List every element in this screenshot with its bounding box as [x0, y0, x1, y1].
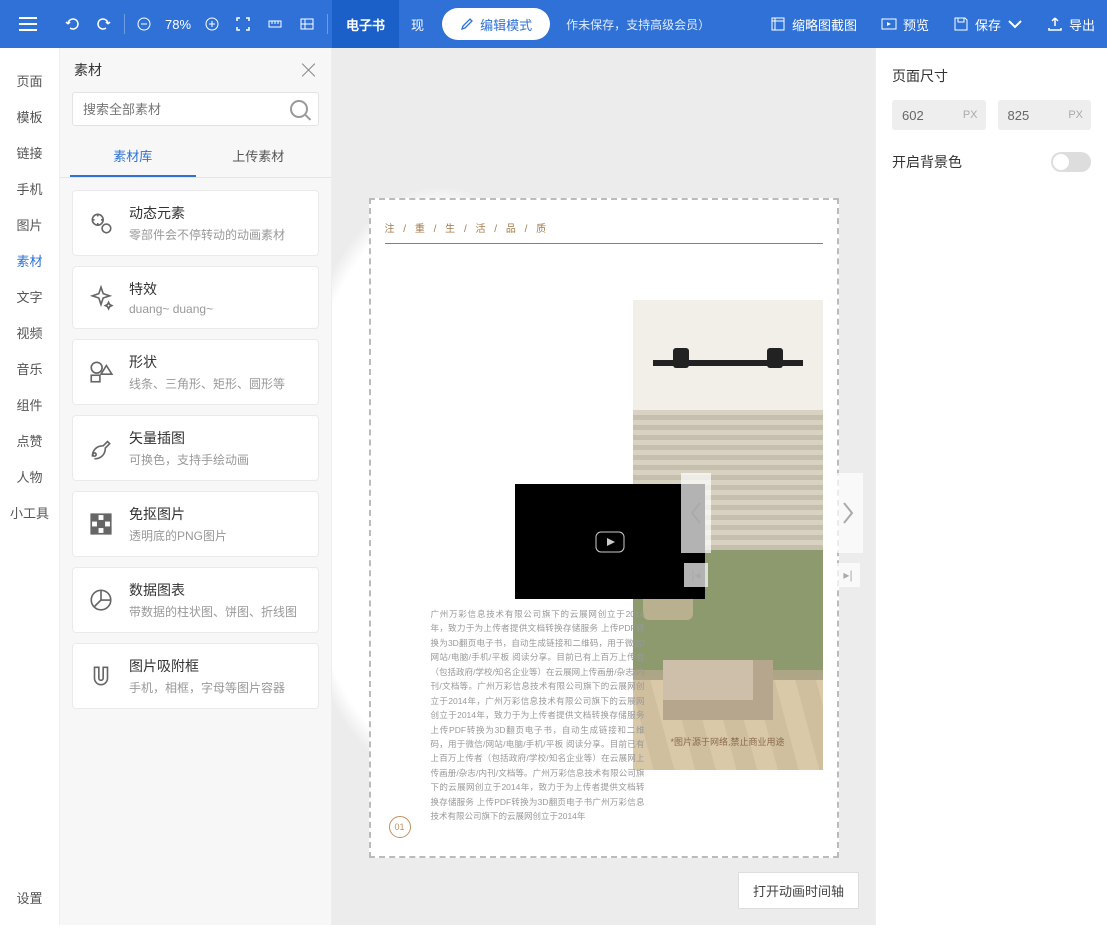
hamburger-menu[interactable]: [0, 0, 56, 48]
last-page-button[interactable]: ▸|: [836, 563, 860, 587]
edit-icon: [460, 17, 474, 31]
next-page-button[interactable]: [833, 473, 863, 553]
left-rail: 页面 模板 链接 手机 图片 素材 文字 视频 音乐 组件 点赞 人物 小工具 …: [0, 48, 60, 925]
search-input[interactable]: [83, 102, 290, 117]
zoom-level: 78%: [159, 17, 197, 32]
width-field[interactable]: 602PX: [892, 100, 986, 130]
save-button[interactable]: 保存: [941, 0, 1035, 48]
preview-button[interactable]: 预览: [869, 0, 941, 48]
bg-color-toggle[interactable]: [1051, 152, 1091, 172]
prev-page-button[interactable]: [681, 473, 711, 553]
tab-ebook[interactable]: 电子书: [332, 0, 399, 48]
shapes-icon: [87, 358, 115, 386]
card-effects[interactable]: 特效duang~ duang~: [72, 266, 319, 329]
page-header-text[interactable]: 注 / 重 / 生 / 活 / 品 / 质: [385, 214, 823, 244]
photo-caption: *图片源于网络,禁止商业用途: [633, 735, 823, 748]
page-body-text[interactable]: 广州万彩信息技术有限公司旗下的云展网创立于2014年，致力于为上传者提供文档转换…: [431, 607, 645, 824]
card-cutout[interactable]: 免抠图片透明底的PNG图片: [72, 491, 319, 557]
gear-icon: [87, 209, 115, 237]
topbar: 78% 电子书 现 编辑模式 作未保存，支持高级会员） 缩略图截图 预览 保存 …: [0, 0, 1107, 48]
search-icon: [290, 100, 308, 118]
properties-panel: 页面尺寸 602PX 825PX 开启背景色: [875, 48, 1107, 925]
edit-mode-pill[interactable]: 编辑模式: [442, 8, 550, 40]
transparency-icon: [87, 510, 115, 538]
tab-other[interactable]: 现: [399, 0, 436, 48]
zoom-out-button[interactable]: [129, 0, 159, 48]
rail-link[interactable]: 链接: [0, 134, 59, 170]
sparkle-icon: [87, 284, 115, 312]
save-icon: [953, 16, 969, 32]
export-button[interactable]: 导出: [1035, 0, 1107, 48]
chevron-down-icon: [1007, 16, 1023, 32]
panel-title: 素材: [74, 60, 102, 80]
pen-icon: [87, 434, 115, 462]
panel-close-button[interactable]: [301, 62, 317, 78]
rail-component[interactable]: 组件: [0, 386, 59, 422]
rail-video[interactable]: 视频: [0, 314, 59, 350]
card-charts[interactable]: 数据图表带数据的柱状图、饼图、折线图: [72, 567, 319, 633]
page-video-element[interactable]: [515, 484, 705, 599]
zoom-in-button[interactable]: [197, 0, 227, 48]
save-status: 作未保存，支持高级会员）: [556, 16, 720, 33]
dimension-title: 页面尺寸: [892, 66, 1091, 86]
open-timeline-button[interactable]: 打开动画时间轴: [738, 872, 859, 909]
rail-phone[interactable]: 手机: [0, 170, 59, 206]
crop-icon: [770, 16, 786, 32]
undo-button[interactable]: [56, 0, 88, 48]
card-frames[interactable]: 图片吸附框手机，相框，字母等图片容器: [72, 643, 319, 709]
rail-assets[interactable]: 素材: [0, 242, 59, 278]
card-vector[interactable]: 矢量插图可换色，支持手绘动画: [72, 415, 319, 481]
rail-page[interactable]: 页面: [0, 62, 59, 98]
canvas-area[interactable]: 注 / 重 / 生 / 活 / 品 / 质 *图片源于网络,禁止商业用途 广州万…: [332, 48, 875, 925]
redo-button[interactable]: [88, 0, 120, 48]
magnet-icon: [87, 662, 115, 690]
card-dynamic[interactable]: 动态元素零部件会不停转动的动画素材: [72, 190, 319, 256]
chart-icon: [87, 586, 115, 614]
rail-like[interactable]: 点赞: [0, 422, 59, 458]
ruler-button[interactable]: [259, 0, 291, 48]
guides-button[interactable]: [291, 0, 323, 48]
rail-widgets[interactable]: 小工具: [0, 494, 59, 530]
rail-template[interactable]: 模板: [0, 98, 59, 134]
tab-library[interactable]: 素材库: [70, 136, 196, 177]
play-icon: [881, 16, 897, 32]
export-icon: [1047, 16, 1063, 32]
rail-settings[interactable]: 设置: [0, 879, 59, 915]
page-canvas[interactable]: 注 / 重 / 生 / 活 / 品 / 质 *图片源于网络,禁止商业用途 广州万…: [369, 198, 839, 858]
thumbnail-button[interactable]: 缩略图截图: [758, 0, 869, 48]
rail-image[interactable]: 图片: [0, 206, 59, 242]
first-page-button[interactable]: |◂: [684, 563, 708, 587]
card-shapes[interactable]: 形状线条、三角形、矩形、圆形等: [72, 339, 319, 405]
search-box[interactable]: [72, 92, 319, 126]
bg-color-label: 开启背景色: [892, 152, 962, 172]
assets-panel: 素材 素材库 上传素材 动态元素零部件会不停转动的动画素材 特效duang~ d…: [60, 48, 332, 925]
asset-categories: 动态元素零部件会不停转动的动画素材 特效duang~ duang~ 形状线条、三…: [60, 178, 331, 731]
rail-person[interactable]: 人物: [0, 458, 59, 494]
rail-text[interactable]: 文字: [0, 278, 59, 314]
page-number-badge[interactable]: 01: [389, 816, 411, 838]
play-icon: [595, 531, 625, 553]
tab-upload[interactable]: 上传素材: [196, 136, 322, 177]
height-field[interactable]: 825PX: [998, 100, 1092, 130]
fit-screen-button[interactable]: [227, 0, 259, 48]
rail-audio[interactable]: 音乐: [0, 350, 59, 386]
